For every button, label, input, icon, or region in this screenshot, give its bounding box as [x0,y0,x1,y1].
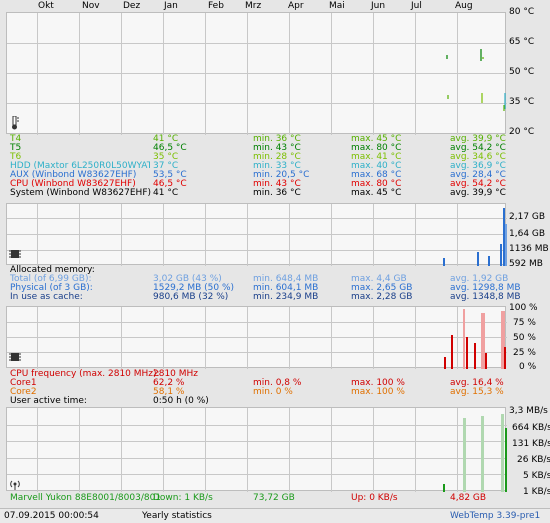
statistics-mode[interactable]: Yearly statistics [142,511,212,521]
scale-tick: 592 MB [509,259,543,269]
month-label: Nov [82,1,100,11]
network-down-rate: Down: 1 KB/s [153,493,213,503]
thermometer-icon [9,116,21,130]
scale-tick: 2,17 GB [509,212,546,222]
sensor-value: 41 °C [153,188,179,198]
scale-tick: 1136 MB [509,244,549,254]
scale-tick: 100 % [509,303,538,313]
user-active-label: User active time: [10,396,87,406]
month-label: Apr [288,1,304,11]
scale-tick: 131 KB/s [512,439,550,449]
cpu-chip-icon [9,351,21,363]
core-avg: avg. 15,3 % [450,387,504,397]
sensor-label: System (Winbond W83627EHF) [10,188,152,198]
cpu-plot [7,307,507,369]
memory-graph [6,203,507,266]
app-version-link[interactable]: WebTemp 3.39-pre1 [450,511,540,521]
scale-tick: 20 °C [509,127,535,137]
scale-tick: 50 °C [509,67,535,77]
sensor-avg: avg. 39,9 °C [450,188,506,198]
network-up-rate: Up: 0 KB/s [351,493,398,503]
network-up-total: 4,82 GB [450,493,487,503]
month-label: Mai [329,1,345,11]
network-plot [7,408,507,492]
core-max: max. 100 % [351,387,405,397]
month-label: Aug [455,1,473,11]
month-label: Mrz [245,1,262,11]
memory-min: min. 234,9 MB [253,292,319,302]
memory-label: In use as cache: [10,292,83,302]
month-label: Jan [164,1,178,11]
network-antenna-icon [9,478,21,490]
network-down-total: 73,72 GB [253,493,295,503]
scale-tick: 1 KB/s [523,487,550,497]
sensor-max: max. 45 °C [351,188,402,198]
memory-value: 980,6 MB (32 %) [153,292,229,302]
scale-tick: 25 % [513,348,536,358]
scale-tick: 75 % [513,318,536,328]
month-label: Dez [123,1,141,11]
memory-avg: avg. 1348,8 MB [450,292,521,302]
network-adapter-label: Marvell Yukon 88E8001/8003/801 [10,493,162,503]
month-label: Jul [411,1,422,11]
month-label: Jun [371,1,386,11]
status-datetime: 07.09.2015 00:00:54 [4,511,99,521]
user-active-value: 0:50 h (0 %) [153,396,209,406]
temperature-plot [7,13,507,135]
scale-tick: 5 KB/s [523,471,550,481]
core-min: min. 0 % [253,387,293,397]
cpu-graph [6,306,507,369]
temperature-series [446,49,506,111]
scale-tick: 80 °C [509,7,535,17]
scale-tick: 664 KB/s [512,423,550,433]
scale-tick: 0 % [519,362,537,372]
webtemp-window: Okt Nov Dez Jan Feb Mrz Apr Mai Jun Jul … [0,0,550,523]
cpu-series [444,309,506,369]
scale-tick: 50 % [513,333,536,343]
network-graph [6,407,507,492]
month-label: Okt [38,1,54,11]
scale-tick: 35 °C [509,97,535,107]
month-label: Feb [208,1,224,11]
memory-series [443,208,507,266]
scale-tick: 3,3 MB/s [509,406,548,416]
memory-chip-icon [9,248,21,260]
status-bar: 07.09.2015 00:00:54 Yearly statistics We… [0,508,550,523]
scale-tick: 1,64 GB [509,229,546,239]
temperature-graph [6,12,507,135]
scale-tick: 26 KB/s [517,455,550,465]
memory-max: max. 2,28 GB [351,292,413,302]
scale-tick: 65 °C [509,37,535,47]
sensor-min: min. 36 °C [253,188,301,198]
memory-plot [7,204,507,266]
